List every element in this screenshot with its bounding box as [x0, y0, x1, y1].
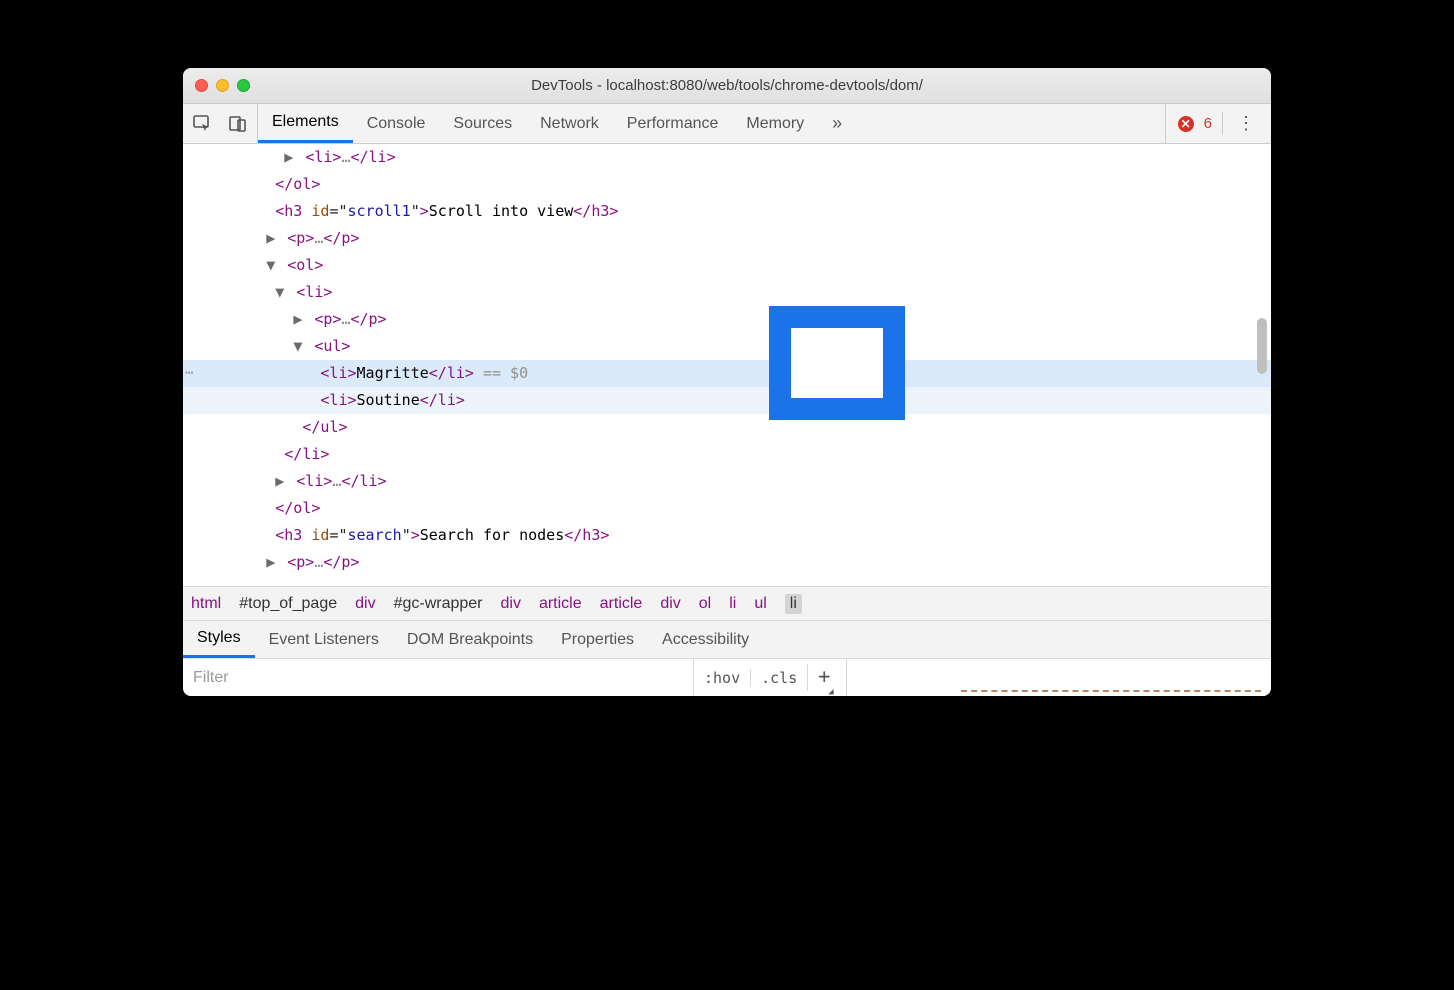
- separator: [846, 659, 847, 696]
- styles-sidebar-tabs: Styles Event Listeners DOM Breakpoints P…: [183, 620, 1271, 658]
- tag-open: <li>: [320, 364, 356, 382]
- dom-line[interactable]: ▶ <li>…</li>: [183, 144, 1271, 171]
- window-titlebar: DevTools - localhost:8080/web/tools/chro…: [183, 68, 1271, 104]
- minimize-window-button[interactable]: [216, 79, 229, 92]
- attr-value: scroll1: [348, 202, 411, 220]
- text-node: Search for nodes: [420, 526, 565, 544]
- crumb-div[interactable]: div: [355, 595, 375, 613]
- subtab-event-listeners[interactable]: Event Listeners: [255, 621, 393, 658]
- tab-sources[interactable]: Sources: [439, 104, 526, 143]
- crumb-div[interactable]: div: [660, 595, 680, 613]
- inspect-element-icon[interactable]: [191, 113, 213, 135]
- box-model-preview: [961, 659, 1271, 696]
- kebab-menu-icon[interactable]: ⋮: [1233, 113, 1259, 134]
- toolbar-left: [183, 104, 258, 143]
- text-node: Magritte: [357, 364, 429, 382]
- crumb-div[interactable]: div: [501, 595, 521, 613]
- dom-line[interactable]: ▶ <li>…</li>: [183, 468, 1271, 495]
- crumb-gc-wrapper[interactable]: #gc-wrapper: [394, 595, 483, 613]
- text-node: Scroll into view: [429, 202, 574, 220]
- dom-line[interactable]: ▶ <p>…</p>: [183, 306, 1271, 333]
- crumb-li-current[interactable]: li: [785, 594, 802, 614]
- dom-line[interactable]: </li>: [183, 441, 1271, 468]
- error-icon[interactable]: ✕: [1178, 116, 1194, 132]
- main-toolbar: Elements Console Sources Network Perform…: [183, 104, 1271, 144]
- window-title: DevTools - localhost:8080/web/tools/chro…: [183, 77, 1271, 94]
- crumb-top-of-page[interactable]: #top_of_page: [239, 595, 337, 613]
- crumb-ol[interactable]: ol: [699, 595, 711, 613]
- tag-open: <li>: [320, 391, 356, 409]
- toggle-cls-button[interactable]: .cls: [750, 669, 807, 687]
- toolbar-right: ✕ 6 ⋮: [1165, 104, 1271, 143]
- crumb-ul[interactable]: ul: [754, 595, 766, 613]
- more-tabs-chevron-icon[interactable]: »: [818, 104, 856, 143]
- text-node: Soutine: [357, 391, 420, 409]
- toggle-hov-button[interactable]: :hov: [694, 669, 750, 687]
- subtab-accessibility[interactable]: Accessibility: [648, 621, 763, 658]
- tag-close: </li>: [420, 391, 465, 409]
- dom-line[interactable]: ▶ <p>…</p>: [183, 549, 1271, 576]
- tab-performance[interactable]: Performance: [613, 104, 733, 143]
- styles-controls: :hov .cls +◢: [693, 659, 846, 696]
- tag-name: h3: [284, 526, 302, 544]
- devtools-window: DevTools - localhost:8080/web/tools/chro…: [183, 68, 1271, 696]
- scrollbar-thumb[interactable]: [1257, 318, 1267, 374]
- console-ref: == $0: [474, 364, 528, 382]
- crumb-article[interactable]: article: [539, 595, 582, 613]
- close-window-button[interactable]: [195, 79, 208, 92]
- tag-close: </li>: [429, 364, 474, 382]
- tab-network[interactable]: Network: [526, 104, 613, 143]
- toggle-device-icon[interactable]: [227, 113, 249, 135]
- dom-line[interactable]: ▼ <ol>: [183, 252, 1271, 279]
- error-count[interactable]: 6: [1204, 115, 1212, 132]
- separator: [1222, 112, 1223, 135]
- dom-line[interactable]: <h3 id="search">Search for nodes</h3>: [183, 522, 1271, 549]
- dom-line[interactable]: <h3 id="scroll1">Scroll into view</h3>: [183, 198, 1271, 225]
- dom-selected-row[interactable]: ⋯ <li>Magritte</li> == $0: [183, 360, 1271, 387]
- tab-memory[interactable]: Memory: [732, 104, 818, 143]
- subtab-styles[interactable]: Styles: [183, 621, 255, 658]
- crumb-article[interactable]: article: [600, 595, 643, 613]
- attr-name: id: [311, 526, 329, 544]
- elements-dom-tree[interactable]: ▶ <li>…</li> </ol> <h3 id="scroll1">Scro…: [183, 144, 1271, 586]
- dom-line[interactable]: </ol>: [183, 171, 1271, 198]
- panel-tabs: Elements Console Sources Network Perform…: [258, 104, 856, 143]
- tab-elements[interactable]: Elements: [258, 104, 353, 143]
- dom-line[interactable]: </ul>: [183, 414, 1271, 441]
- crumb-html[interactable]: html: [191, 595, 221, 613]
- attr-value: search: [348, 526, 402, 544]
- tab-console[interactable]: Console: [353, 104, 440, 143]
- dom-hovered-row[interactable]: <li>Soutine</li>: [183, 387, 1271, 414]
- dom-line[interactable]: </ol>: [183, 495, 1271, 522]
- tag-name: h3: [284, 202, 302, 220]
- annotation-highlight-box: [769, 306, 905, 420]
- dom-breadcrumbs: html #top_of_page div #gc-wrapper div ar…: [183, 586, 1271, 620]
- styles-filter-input[interactable]: [183, 659, 693, 696]
- crumb-li[interactable]: li: [729, 595, 736, 613]
- dom-line[interactable]: ▼ <li>: [183, 279, 1271, 306]
- dom-line[interactable]: ▶ <p>…</p>: [183, 225, 1271, 252]
- dom-line[interactable]: ▼ <ul>: [183, 333, 1271, 360]
- subtab-properties[interactable]: Properties: [547, 621, 648, 658]
- subtab-dom-breakpoints[interactable]: DOM Breakpoints: [393, 621, 547, 658]
- box-model-edge: [961, 690, 1261, 696]
- traffic-lights: [195, 79, 250, 92]
- styles-filter-bar: :hov .cls +◢: [183, 658, 1271, 696]
- ellipsis-icon[interactable]: ⋯: [183, 360, 203, 387]
- attr-name: id: [311, 202, 329, 220]
- zoom-window-button[interactable]: [237, 79, 250, 92]
- new-style-rule-button[interactable]: +◢: [807, 664, 845, 691]
